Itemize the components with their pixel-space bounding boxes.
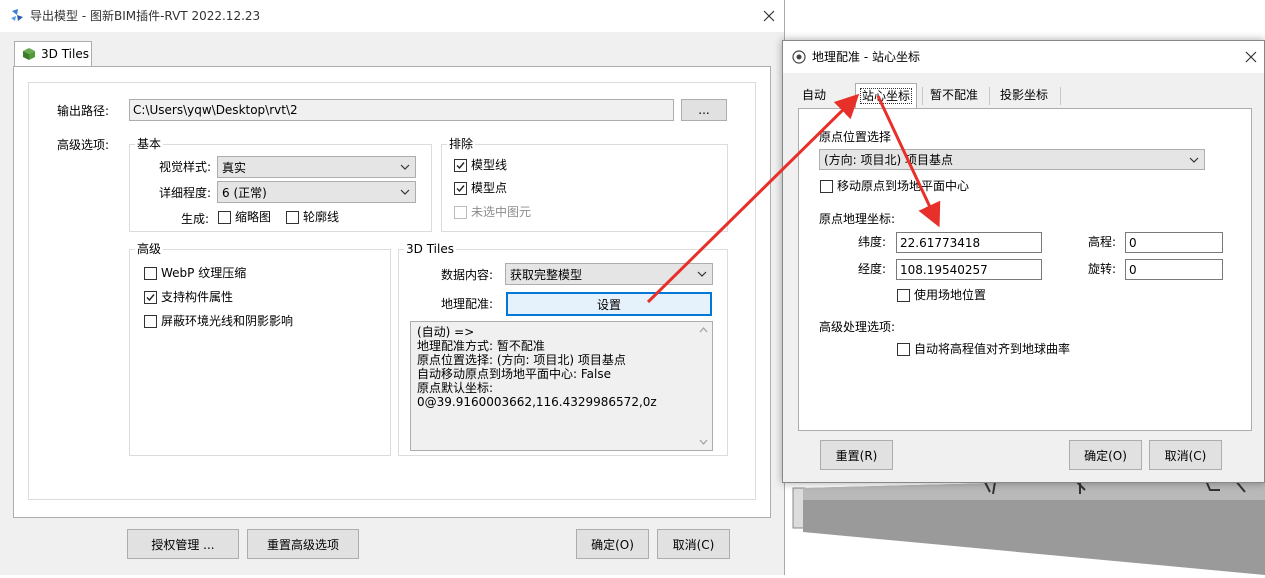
annotation-arrows bbox=[646, 93, 941, 304]
arrow-settings-to-tab bbox=[646, 93, 860, 304]
arrow-tab-to-latitude bbox=[876, 95, 941, 228]
